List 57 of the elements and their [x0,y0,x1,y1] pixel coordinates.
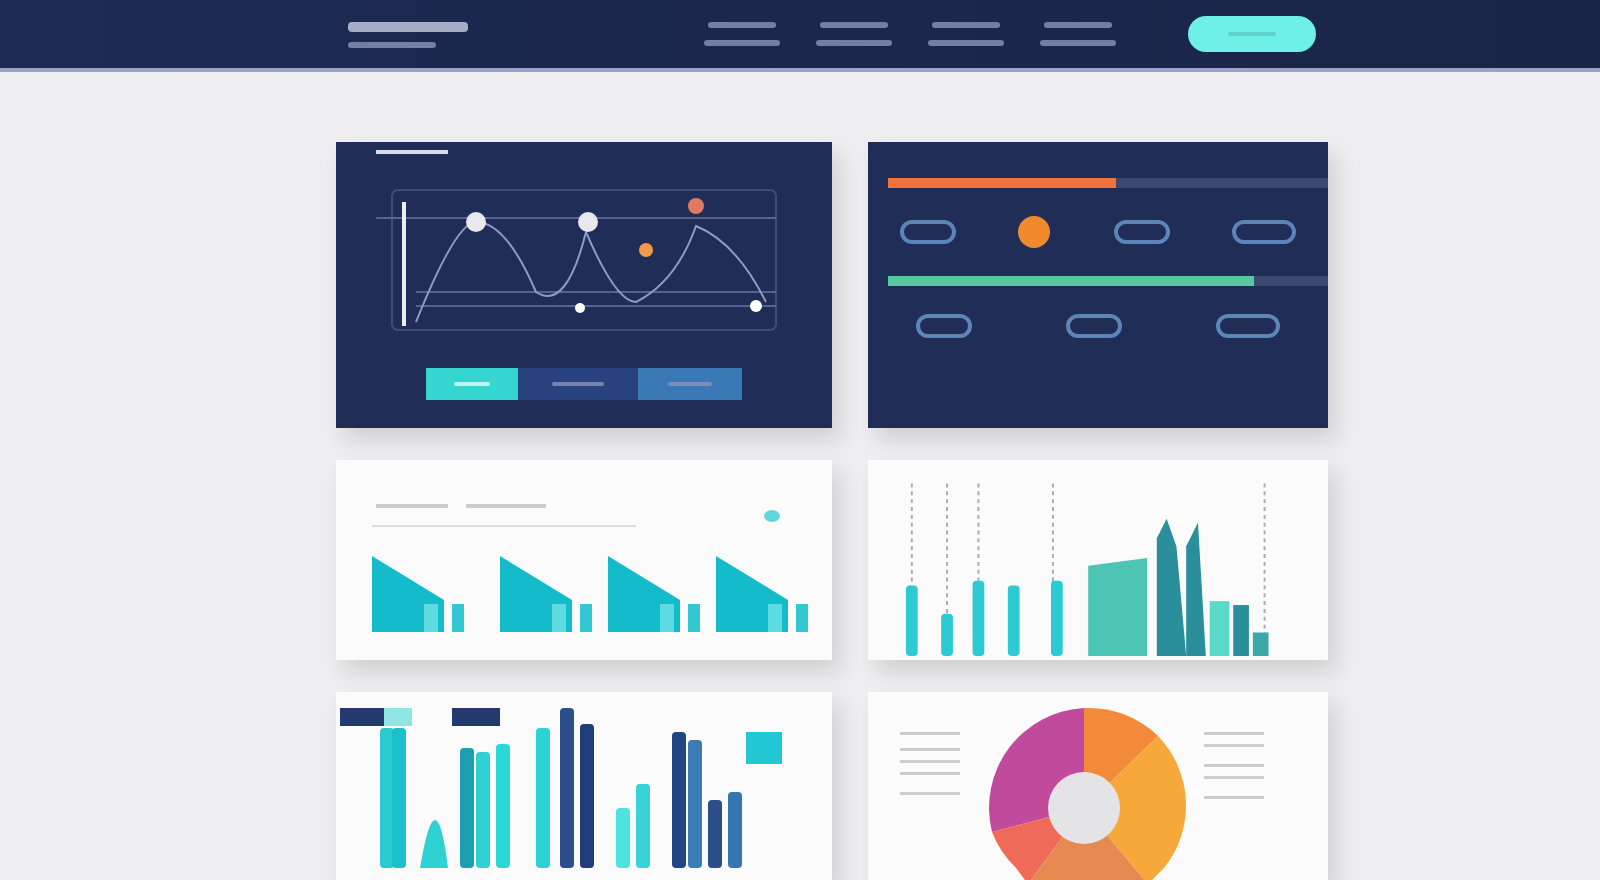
legend-swatch [452,708,500,726]
bar [580,724,594,868]
donut-hole [1048,772,1120,844]
bar [1050,580,1063,656]
legend-dot [764,510,780,522]
bar [552,604,566,632]
nav-link[interactable] [928,22,1004,46]
area-shape [420,820,448,868]
bar [941,613,953,656]
bar [1252,632,1269,656]
toggle-icon[interactable] [1232,220,1297,244]
slider[interactable] [888,276,1328,286]
ball-icon [1018,216,1051,248]
toggle-icon[interactable] [1113,220,1170,244]
logo [348,21,468,47]
area-shape [500,556,572,632]
area-shape [716,556,788,632]
bar [424,604,438,632]
bar [536,728,550,868]
slider[interactable] [888,178,1328,188]
bar [905,585,918,656]
bar [1007,585,1020,656]
data-point [639,243,653,257]
data-point [575,303,585,313]
toggle-icon[interactable] [915,314,972,338]
bar [972,580,985,656]
legend-swatch [340,708,384,726]
toggle-icon[interactable] [1065,314,1122,338]
bar [768,604,782,632]
bar [616,808,630,868]
bar [496,744,510,868]
data-point [578,212,598,232]
bar [728,792,742,868]
toggle-icon[interactable] [899,220,956,244]
button[interactable] [1188,16,1316,52]
data-point [466,212,486,232]
toggle-icon[interactable] [1216,314,1281,338]
nav-link[interactable] [1040,22,1116,46]
data-point [688,198,704,214]
bar [636,784,650,868]
bar [796,604,808,632]
bar [452,604,464,632]
bar [1209,601,1230,656]
nav-link[interactable] [816,22,892,46]
legend-swatch [384,708,412,726]
area-shape [608,556,680,632]
axis-line [402,202,406,326]
bar [688,604,700,632]
bar [708,800,722,868]
legend-swatch [746,732,782,764]
bar [1233,605,1249,656]
bar [660,604,674,632]
area-shape [372,556,444,632]
bar [1088,558,1147,656]
bar [580,604,592,632]
data-point [750,300,762,312]
nav-link[interactable] [704,22,780,46]
